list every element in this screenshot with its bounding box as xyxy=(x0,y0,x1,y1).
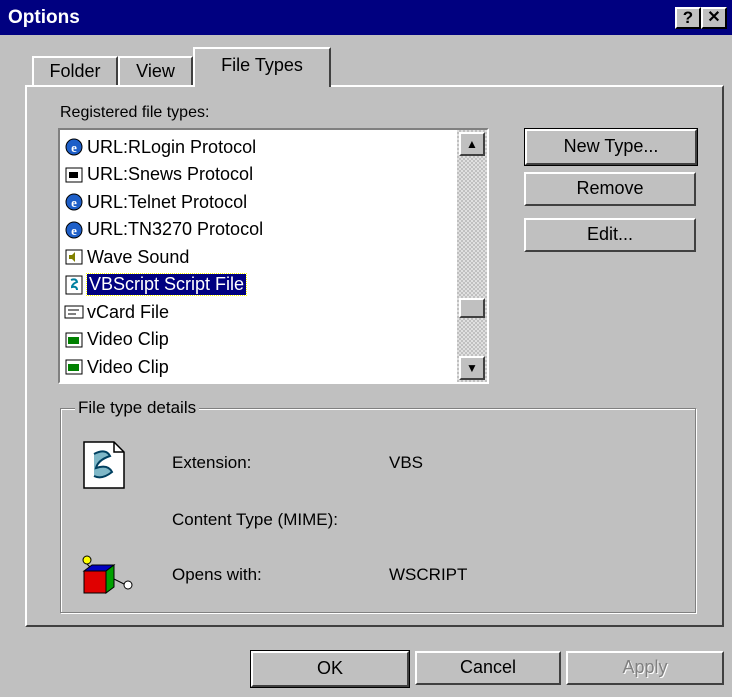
list-item-label: Wave Sound xyxy=(87,246,190,267)
video-icon xyxy=(64,357,84,377)
list-item[interactable]: e URL:TN3270 Protocol xyxy=(64,217,263,243)
ie-icon: e xyxy=(64,137,84,157)
scroll-thumb[interactable] xyxy=(459,298,485,318)
list-item[interactable]: URL:Snews Protocol xyxy=(64,162,253,188)
list-item[interactable]: e URL:Telnet Protocol xyxy=(64,189,247,215)
new-type-button[interactable]: New Type... xyxy=(525,129,697,165)
script-file-icon xyxy=(80,440,128,490)
svg-text:e: e xyxy=(71,223,77,238)
list-item-label: Video Clip xyxy=(87,356,169,377)
apply-button: Apply xyxy=(566,651,724,685)
options-dialog: Options ? ✕ Folder View File Types Regis… xyxy=(0,0,732,697)
opens-with-value: WSCRIPT xyxy=(389,565,468,584)
script-icon xyxy=(64,275,84,295)
extension-value: VBS xyxy=(389,453,424,472)
list-item[interactable]: e URL:RLogin Protocol xyxy=(64,134,256,160)
list-item-label: URL:TN3270 Protocol xyxy=(87,219,264,239)
ok-button-frame[interactable]: OK xyxy=(250,650,410,688)
list-item-label: URL:RLogin Protocol xyxy=(87,136,257,157)
ok-button[interactable]: OK xyxy=(251,651,409,687)
program-icon xyxy=(78,555,144,597)
tab-view[interactable]: View xyxy=(118,56,193,86)
cancel-button[interactable]: Cancel xyxy=(415,651,561,685)
tab-file-types[interactable]: File Types xyxy=(193,47,331,87)
extension-label: Extension: xyxy=(172,453,252,472)
file-type-details-group xyxy=(60,408,696,613)
registered-label-text: Registered file types: xyxy=(60,104,210,121)
title-bar[interactable]: Options ? ✕ xyxy=(0,0,732,35)
remove-button[interactable]: Remove xyxy=(524,172,696,206)
sound-icon xyxy=(64,247,84,267)
edit-button[interactable]: Edit... xyxy=(524,218,696,252)
list-item[interactable]: Video Clip xyxy=(64,327,169,353)
ie-icon: e xyxy=(64,220,84,240)
svg-text:e: e xyxy=(71,140,77,155)
news-icon xyxy=(64,165,84,185)
vcard-icon xyxy=(64,302,84,322)
window-title: Options xyxy=(8,7,80,28)
close-button[interactable]: ✕ xyxy=(701,7,727,29)
svg-text:e: e xyxy=(71,195,77,210)
list-item-label: Video Clip xyxy=(87,329,169,349)
content-type-label: Content Type (MIME): xyxy=(172,510,338,529)
opens-with-label: Opens with: xyxy=(172,565,262,584)
list-item-label: URL:Snews Protocol xyxy=(87,164,254,184)
list-item[interactable]: Video Clip xyxy=(64,354,169,380)
list-item-label: VBScript Script File xyxy=(85,273,248,296)
ie-icon: e xyxy=(64,192,84,212)
tab-folder[interactable]: Folder xyxy=(32,56,118,86)
registered-file-types-label: Registered file types: xyxy=(60,104,209,122)
scroll-down-button[interactable]: ▼ xyxy=(459,356,485,380)
file-types-listbox[interactable]: e URL:RLogin Protocol URL:Snews Protocol e U… xyxy=(58,128,489,384)
help-button[interactable]: ? xyxy=(675,7,701,29)
list-item-label: URL:Telnet Protocol xyxy=(87,191,248,212)
list-item[interactable]: VBScript Script File xyxy=(64,272,248,298)
listbox-scrollbar[interactable]: ▲ ▼ xyxy=(457,130,487,382)
list-item[interactable]: Wave Sound xyxy=(64,244,189,270)
scroll-up-button[interactable]: ▲ xyxy=(459,132,485,156)
new-type-button-frame[interactable]: New Type... xyxy=(524,128,698,166)
list-item-label: vCard File xyxy=(87,301,170,322)
video-icon xyxy=(64,330,84,350)
file-type-details-title: File type details xyxy=(75,398,200,418)
list-item[interactable]: vCard File xyxy=(64,299,169,325)
